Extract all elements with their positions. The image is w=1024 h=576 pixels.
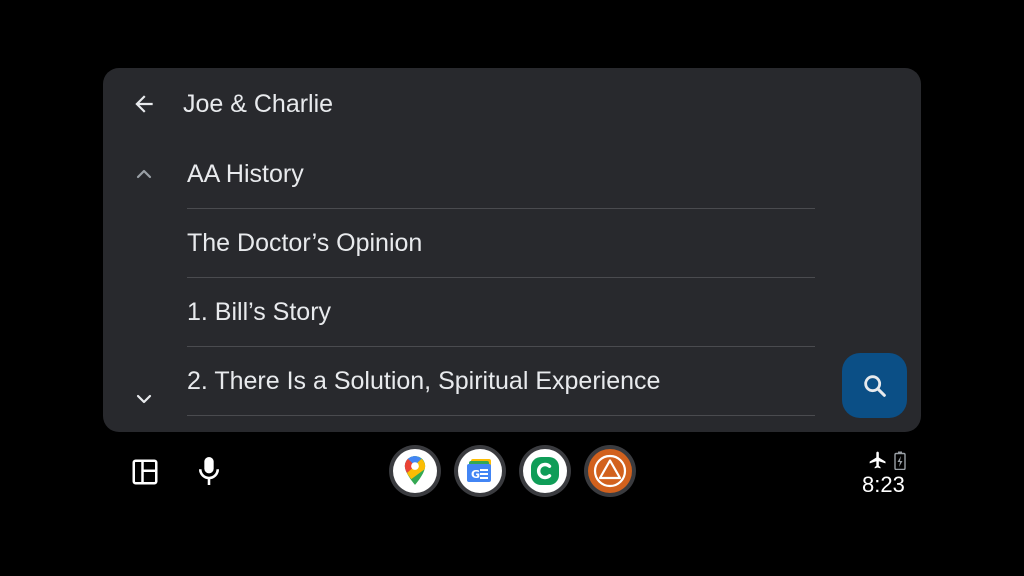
battery-charging-icon: [894, 451, 906, 470]
microphone-icon: [198, 457, 220, 485]
news-icon: G: [458, 449, 502, 493]
dashboard-layout-button[interactable]: [127, 454, 163, 490]
battery-indicator: [893, 450, 907, 470]
track-list: AA History The Doctor’s Opinion 1. Bill’…: [187, 140, 815, 416]
list-item-label: AA History: [187, 159, 304, 188]
page-title: Joe & Charlie: [183, 90, 334, 118]
list-item-label: 2. There Is a Solution, Spiritual Experi…: [187, 366, 661, 395]
list-item[interactable]: 2. There Is a Solution, Spiritual Experi…: [187, 347, 815, 416]
list-item-label: 1. Bill’s Story: [187, 297, 332, 326]
search-button[interactable]: [842, 353, 907, 418]
airplane-mode-indicator: [867, 450, 889, 470]
voice-assistant-button[interactable]: [191, 452, 227, 490]
google-maps-app-icon[interactable]: [389, 445, 441, 497]
arrow-back-icon: [135, 95, 153, 113]
green-c-app-icon[interactable]: [519, 445, 571, 497]
dashboard-layout-icon: [132, 459, 158, 485]
back-button[interactable]: [124, 84, 164, 124]
list-item[interactable]: AA History: [187, 140, 815, 209]
airplane-mode-icon: [869, 451, 886, 469]
chevron-down-icon: [136, 394, 152, 404]
scroll-down-button[interactable]: [126, 381, 162, 417]
search-icon: [863, 374, 886, 397]
list-item[interactable]: 1. Bill’s Story: [187, 278, 815, 347]
svg-text:G: G: [471, 468, 480, 481]
maps-pin-icon: [393, 449, 437, 493]
list-item-label: The Doctor’s Opinion: [187, 228, 423, 257]
c-letter-icon: [523, 449, 567, 493]
circle-triangle-icon: [588, 449, 632, 493]
status-clock: 8:23: [862, 472, 905, 497]
google-news-app-icon[interactable]: G: [454, 445, 506, 497]
chevron-up-icon: [136, 169, 152, 179]
aa-triangle-app-icon[interactable]: [584, 445, 636, 497]
list-item[interactable]: The Doctor’s Opinion: [187, 209, 815, 278]
scroll-up-button[interactable]: [126, 156, 162, 192]
